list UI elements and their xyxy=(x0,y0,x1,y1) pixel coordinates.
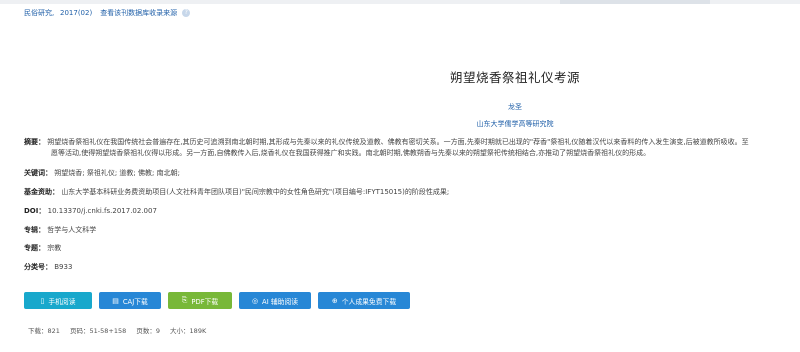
database-source-link[interactable]: 查看该刊数据库收录来源 xyxy=(100,8,177,18)
doi-info: DOI： 10.13370/j.cnki.fs.2017.02.007 xyxy=(24,205,157,217)
journal-issue[interactable]: 2017(02) xyxy=(60,9,92,17)
mobile-icon: ▯ xyxy=(40,296,45,305)
ai-reading-label: AI 辅助阅读 xyxy=(262,297,299,306)
fund-info: 基金资助： 山东大学基本科研业务费资助项目(人文社科青年团队项目)"民间宗教中的… xyxy=(24,186,449,198)
top-scroll-strip xyxy=(0,0,800,4)
download-count: 下载：821 xyxy=(28,327,60,335)
caj-download-button[interactable]: ▤ CAJ下载 xyxy=(99,292,161,309)
fund-value[interactable]: 山东大学基本科研业务费资助项目(人文社科青年团队项目)"民间宗教中的女性角色研究… xyxy=(61,188,449,196)
paper-title: 朔望烧香祭祖礼仪考源 xyxy=(449,70,580,85)
personal-download-button[interactable]: ⊕ 个人成果免费下载 xyxy=(318,292,410,309)
fund-label: 基金资助： xyxy=(24,188,59,196)
ai-reading-button[interactable]: ◎ AI 辅助阅读 xyxy=(239,292,311,309)
topic-value: 哲学与人文科学 xyxy=(47,226,97,234)
mobile-read-button[interactable]: ▯ 手机阅读 xyxy=(24,292,92,309)
classification-value: B933 xyxy=(54,263,73,271)
subject-info: 专题： 宗教 xyxy=(24,242,61,254)
keywords-label: 关键词： xyxy=(24,169,52,177)
keyword-link[interactable]: 南北朝; xyxy=(157,169,180,177)
help-circle-icon[interactable]: ? xyxy=(182,9,191,17)
doi-label: DOI： xyxy=(24,207,46,215)
subject-value: 宗教 xyxy=(47,244,62,252)
journal-source: 民俗研究 , 2017(02) 查看该刊数据库收录来源 ? xyxy=(24,8,191,18)
abstract-continued: 愿等活动,使得朔望烧香祭祖礼仪得以形成。另一方面,自佛教传入后,烧香礼仪在我国获… xyxy=(51,147,650,159)
pdf-icon: ⎘ xyxy=(181,296,188,304)
classification-label: 分类号： xyxy=(24,263,52,271)
author-link[interactable]: 龙圣 xyxy=(0,102,800,112)
personal-download-label: 个人成果免费下载 xyxy=(341,297,397,306)
keywords: 关键词： 朔望烧香; 祭祖礼仪; 道教; 佛教; 南北朝; xyxy=(24,167,180,179)
abstract-line-2: 愿等活动,使得朔望烧香祭祖礼仪得以形成。另一方面,自佛教传入后,烧香礼仪在我国获… xyxy=(51,149,651,157)
doi-value: 10.13370/j.cnki.fs.2017.02.007 xyxy=(47,207,157,215)
ai-icon: ◎ xyxy=(251,296,259,305)
journal-name[interactable]: 民俗研究 xyxy=(24,8,52,18)
keyword-link[interactable]: 朔望烧香; xyxy=(54,169,84,177)
topic-label: 专辑： xyxy=(24,226,45,234)
page-range: 页码：51-58+158 xyxy=(70,327,127,335)
classification-info: 分类号： B933 xyxy=(24,261,72,273)
mobile-read-label: 手机阅读 xyxy=(48,297,76,306)
keyword-link[interactable]: 佛教; xyxy=(138,169,154,177)
subject-label: 专题： xyxy=(24,244,45,252)
person-icon: ⊕ xyxy=(331,296,338,305)
pdf-download-label: PDF下载 xyxy=(191,297,219,306)
abstract-label: 摘要： xyxy=(24,138,45,146)
topic-info: 专辑： 哲学与人文科学 xyxy=(24,224,96,236)
file-size: 大小：189K xyxy=(170,327,207,335)
keyword-link[interactable]: 祭祖礼仪; xyxy=(87,169,117,177)
affiliation-link[interactable]: 山东大学儒学高等研究院 xyxy=(0,119,800,129)
caj-download-label: CAJ下载 xyxy=(122,297,148,306)
article-stats: 下载：821 页码：51-58+158 页数：9 大小：189K xyxy=(28,325,214,335)
keyword-link[interactable]: 道教; xyxy=(119,169,135,177)
top-scroll-thumb[interactable] xyxy=(560,0,710,4)
pdf-download-button[interactable]: ⎘ PDF下载 xyxy=(168,292,232,309)
page-count: 页数：9 xyxy=(136,327,160,335)
abstract-line-1: 朔望烧香祭祖礼仪在我国传统社会普遍存在,其历史可追溯到南北朝时期,其形成与先秦以… xyxy=(47,138,749,146)
book-icon: ▤ xyxy=(112,296,119,305)
download-actions: ▯ 手机阅读 ▤ CAJ下载 ⎘ PDF下载 ◎ AI 辅助阅读 ⊕ 个人成果免… xyxy=(24,292,410,309)
